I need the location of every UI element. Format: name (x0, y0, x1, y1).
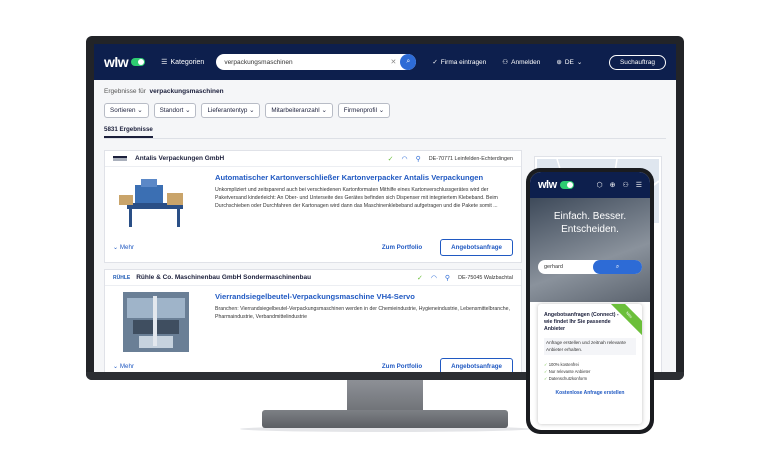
filter-standort[interactable]: Standort ⌄ (153, 103, 197, 118)
list-icon: ☰ (161, 59, 168, 66)
connect-icon: ◠ (430, 274, 437, 282)
divider (104, 138, 666, 139)
wlw-logo-mobile[interactable]: wlw (538, 179, 574, 191)
company-location: DE-70771 Leinfelden-Echterdingen (428, 155, 513, 162)
search-input[interactable]: verpackungsmaschinen ✕ ⌕ (216, 54, 417, 70)
card-company-row: Antalis Verpackungen GmbH ✓ ◠ ⚲ DE-70771… (105, 151, 521, 167)
search-icon[interactable]: ⌕ (593, 260, 642, 274)
filter-sortieren[interactable]: Sortieren ⌄ (104, 103, 149, 118)
benefit-item: 100% kostenfrei (544, 361, 636, 368)
promo-subtitle: Anfrage erstellen und zeitnah relevante … (544, 338, 636, 355)
connect-icon: ◠ (401, 155, 408, 163)
suchauftrag-button[interactable]: Suchauftrag (608, 54, 666, 70)
search-icon[interactable]: ⌕ (400, 54, 417, 70)
portfolio-link[interactable]: Zum Portfolio (382, 244, 422, 251)
clear-icon[interactable]: ✕ (390, 58, 396, 66)
firma-eintragen-link[interactable]: ✓ Firma eintragen (432, 58, 486, 67)
cube-icon[interactable]: ⬡ (596, 181, 602, 189)
result-list: Antalis Verpackungen GmbH ✓ ◠ ⚲ DE-70771… (104, 150, 522, 374)
anmelden-link[interactable]: ⚇ Anmelden (502, 58, 540, 67)
location-pin-icon: ⚲ (444, 274, 451, 282)
user-icon[interactable]: ⚇ (622, 181, 628, 189)
kategorien-button[interactable]: ☰ Kategorien (161, 58, 204, 67)
company-name[interactable]: Antalis Verpackungen GmbH (135, 155, 224, 162)
filter-bar: Sortieren ⌄ Standort ⌄ Lieferantentyp ⌄ … (94, 95, 676, 118)
result-card: RÜHLE Rühle & Co. Maschinenbau GmbH Sond… (104, 269, 522, 374)
mobile-header: wlw ⬡ ⊕ ⚇ ☰ (530, 172, 650, 198)
wlw-logo[interactable]: wlw (104, 54, 146, 70)
company-logo: RÜHLE (113, 274, 131, 281)
monitor-stand-base (262, 410, 508, 428)
device-mockup: wlw ☰ Kategorien verpackungsmaschinen ✕ ⌕… (0, 0, 768, 470)
product-image[interactable] (113, 292, 199, 352)
connect-promo-card: Neu Angebotsanfragen (Connect) - wie fin… (538, 304, 642, 424)
globe-icon[interactable]: ⊕ (610, 181, 616, 189)
mobile-search-input[interactable]: gerhard ⌕ (538, 260, 642, 274)
location-pin-icon: ⚲ (415, 155, 421, 163)
promo-title: Angebotsanfragen (Connect) - wie findet … (544, 312, 619, 332)
results-heading: Ergebnisse für verpackungsmaschinen (104, 88, 224, 95)
check-circle-icon: ✓ (432, 59, 438, 66)
benefit-item: Nur relevante Anbieter (544, 368, 636, 375)
filter-lieferantentyp[interactable]: Lieferantentyp ⌄ (201, 103, 261, 118)
product-title[interactable]: Automatischer Kartonverschließer Kartonv… (215, 173, 513, 182)
kostenlose-anfrage-link[interactable]: Kostenlose Anfrage erstellen (544, 390, 636, 396)
result-card: Antalis Verpackungen GmbH ✓ ◠ ⚲ DE-70771… (104, 150, 522, 263)
filter-mitarbeiteranzahl[interactable]: Mitarbeiteranzahl ⌄ (265, 103, 333, 118)
language-select[interactable]: ⊕ DE ⌄ (556, 58, 583, 67)
company-logo (113, 156, 127, 161)
menu-icon[interactable]: ☰ (636, 181, 642, 189)
verified-icon: ✓ (387, 155, 394, 163)
company-name[interactable]: Rühle & Co. Maschinenbau GmbH Sondermasc… (136, 274, 311, 281)
verified-icon: ✓ (416, 274, 423, 282)
product-image[interactable] (113, 173, 199, 233)
chevron-down-icon: ⌄ (576, 59, 583, 66)
hero-slogan: Einfach. Besser. Entscheiden. (553, 211, 627, 235)
site-header: wlw ☰ Kategorien verpackungsmaschinen ✕ ⌕… (94, 44, 676, 80)
mehr-toggle[interactable]: ⌄ Mehr (113, 363, 134, 370)
promo-benefits: 100% kostenfrei Nur relevante Anbieter D… (544, 361, 636, 382)
portfolio-link[interactable]: Zum Portfolio (382, 363, 422, 370)
results-count: 5831 Ergebnisse (104, 126, 153, 138)
mobile-hero: Einfach. Besser. Entscheiden. gerhard ⌕ (530, 198, 650, 302)
company-location: DE-75045 Walzbachtal (458, 274, 513, 281)
angebotsanfrage-button[interactable]: Angebotsanfrage (440, 239, 513, 256)
smartphone: wlw ⬡ ⊕ ⚇ ☰ Einfach. Besser. Entscheiden… (526, 168, 654, 434)
mehr-toggle[interactable]: ⌄ Mehr (113, 244, 134, 251)
user-icon: ⚇ (502, 59, 509, 66)
mobile-screen: wlw ⬡ ⊕ ⚇ ☰ Einfach. Besser. Entscheiden… (530, 172, 650, 430)
globe-icon: ⊕ (556, 59, 562, 66)
product-description: Unkompliziert und zeitsparend auch bei v… (215, 187, 498, 209)
logo-toggle-icon (131, 58, 146, 66)
benefit-item: Datenschutzkonform (544, 375, 636, 382)
product-title[interactable]: Vierrandsiegelbeutel-Verpackungsmaschine… (215, 292, 513, 301)
monitor-stand-neck (347, 380, 423, 412)
filter-firmenprofil[interactable]: Firmenprofil ⌄ (337, 103, 391, 118)
product-description: Branchen: Vierrandsiegelbeutel-Verpackun… (215, 306, 510, 320)
logo-toggle-icon (559, 181, 574, 189)
card-company-row: RÜHLE Rühle & Co. Maschinenbau GmbH Sond… (105, 270, 521, 286)
